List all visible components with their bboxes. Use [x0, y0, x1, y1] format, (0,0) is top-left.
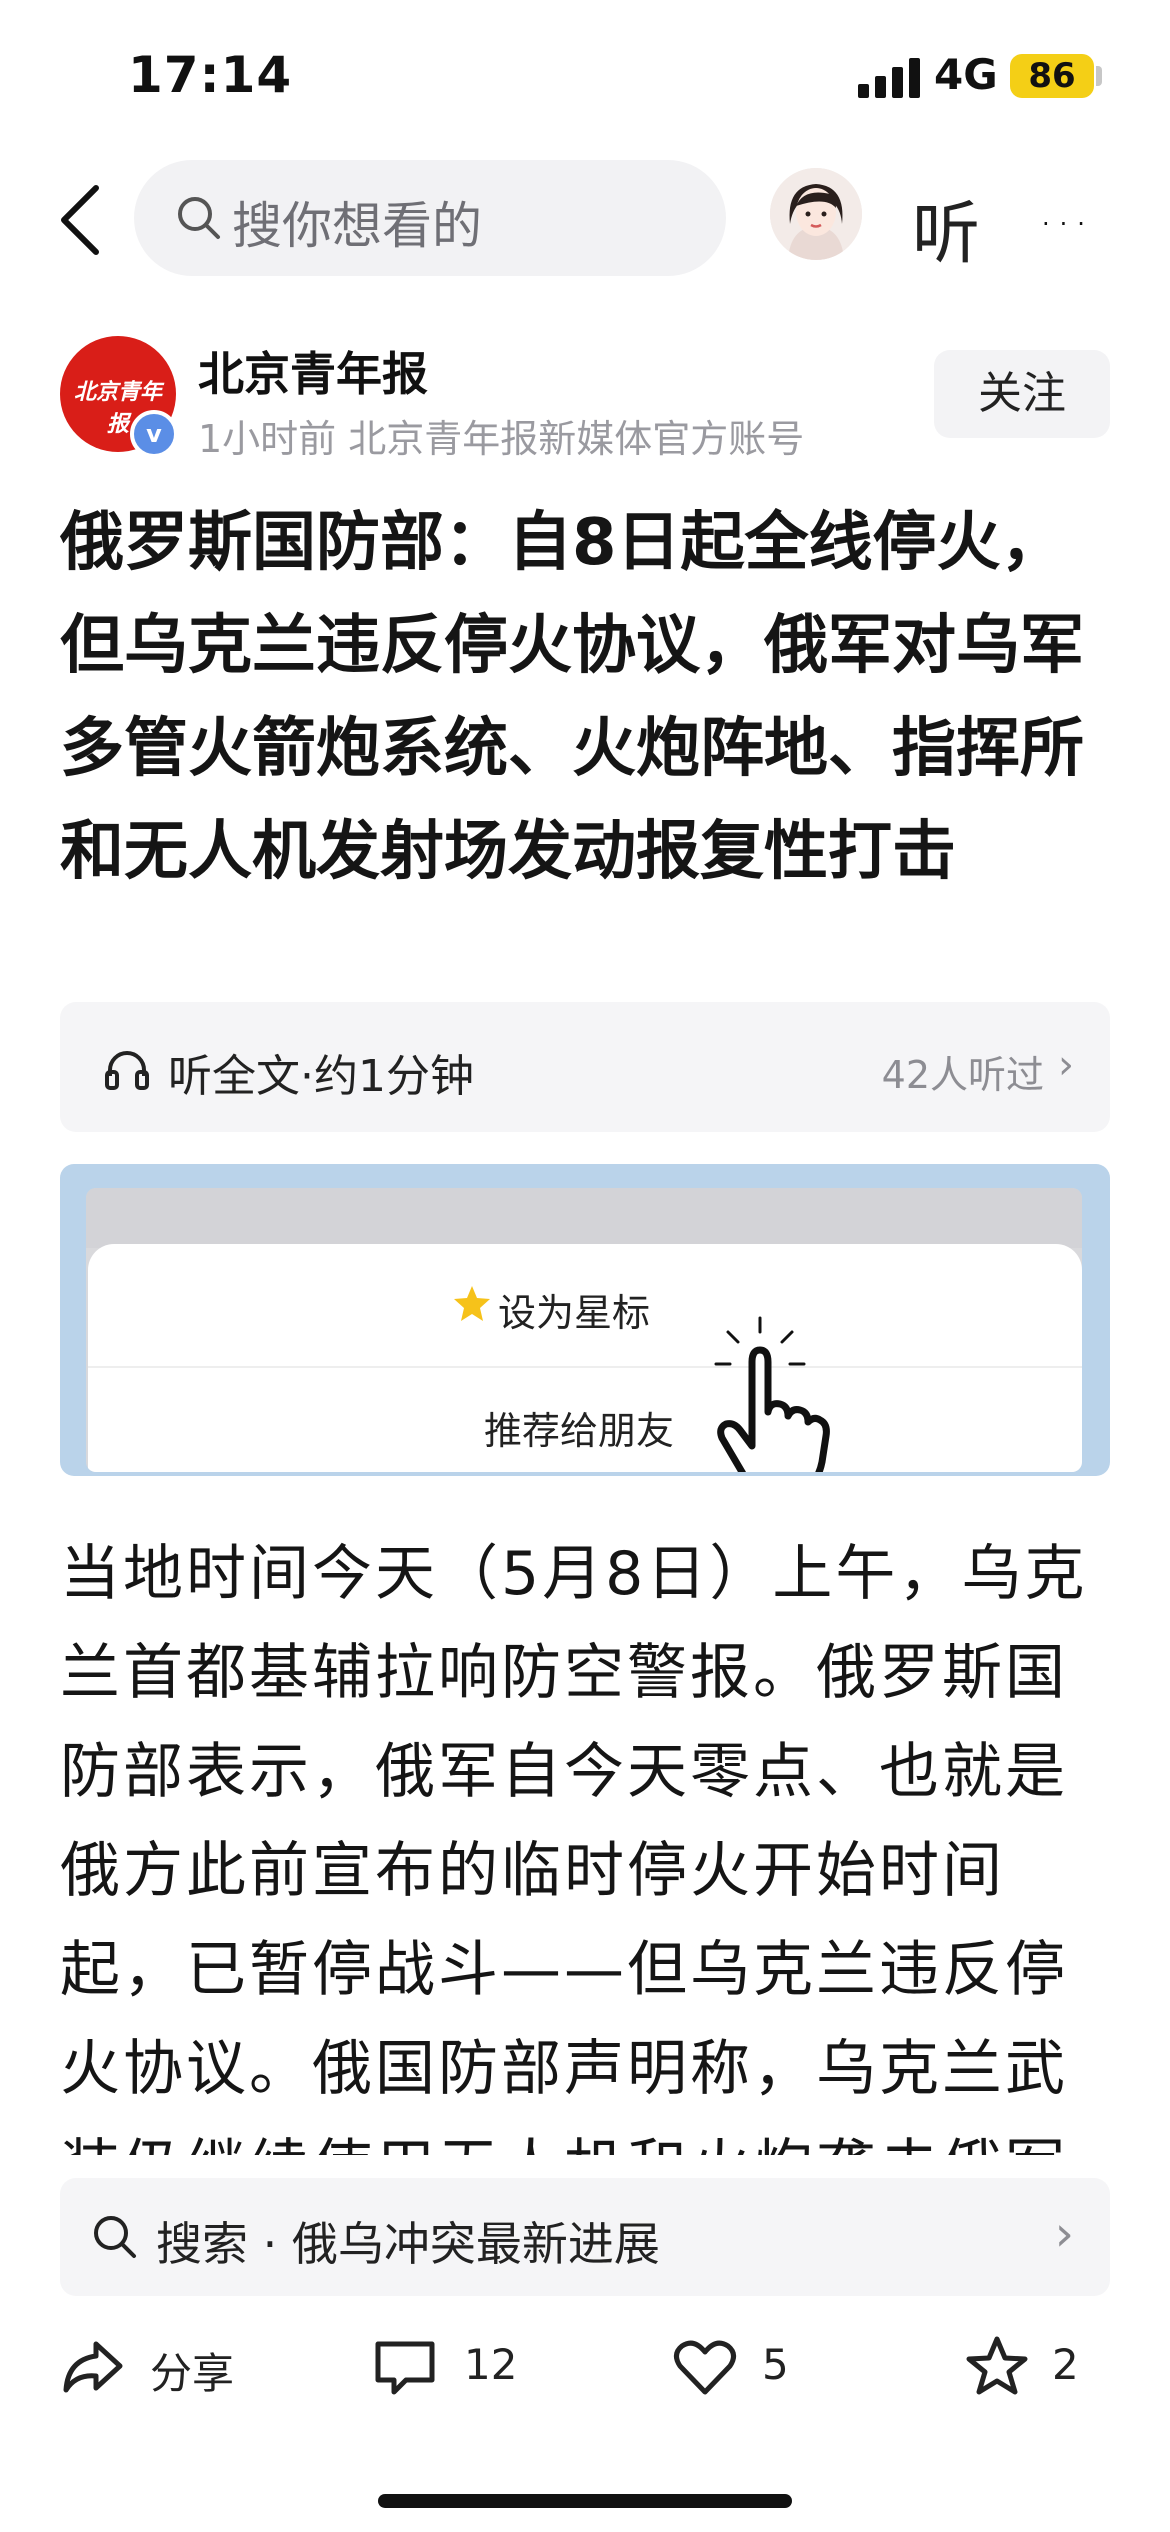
follow-button[interactable]: 关注: [934, 350, 1110, 438]
heart-icon: [674, 2340, 736, 2395]
star-outline-icon: [966, 2336, 1028, 2395]
chevron-right-icon: ›: [1058, 1042, 1074, 1088]
star-icon: [454, 1286, 490, 1321]
like-button[interactable]: 5: [672, 2328, 812, 2408]
signal-icon: [858, 58, 922, 98]
comment-button[interactable]: 12: [372, 2328, 552, 2408]
publisher-name[interactable]: 北京青年报: [198, 338, 428, 404]
chevron-left-icon: [61, 185, 99, 255]
article-headline: 俄罗斯国防部：自8日起全线停火，但乌克兰违反停火协议，俄军对乌军多管火箭炮系统、…: [60, 506, 1084, 889]
avatar[interactable]: [770, 168, 862, 260]
search-bar[interactable]: 搜你想看的: [134, 160, 726, 276]
network-type: 4G: [934, 50, 998, 99]
comment-count: 12: [464, 2340, 518, 2389]
image-screenshot: 设为星标 推荐给朋友: [86, 1188, 1082, 1472]
more-button[interactable]: ···: [1042, 210, 1095, 238]
favorite-button[interactable]: 2: [964, 2328, 1094, 2408]
favorite-count: 2: [1052, 2340, 1079, 2389]
menu-divider: [88, 1366, 1082, 1368]
search-icon: [178, 197, 220, 239]
listen-full-text-bar[interactable]: 听全文·约1分钟 42人听过 ›: [60, 1002, 1110, 1132]
listen-button[interactable]: 听: [912, 178, 980, 277]
pointing-hand-icon: [714, 1316, 830, 1472]
search-icon: [94, 2216, 136, 2258]
share-icon: [63, 2341, 123, 2393]
status-time: 17:14: [128, 46, 293, 104]
comment-icon: [375, 2341, 435, 2395]
like-count: 5: [762, 2340, 789, 2389]
related-search-text: 搜索 · 俄乌冲突最新进展: [156, 2217, 660, 2271]
share-label: 分享: [150, 2349, 235, 2398]
publish-meta: 1小时前 北京青年报新媒体官方账号: [198, 417, 805, 461]
listener-count: 42人听过: [881, 1053, 1044, 1097]
back-button[interactable]: [52, 180, 112, 260]
headphones-icon: [105, 1051, 149, 1090]
listen-label: 听全文·约1分钟: [168, 1051, 474, 1102]
related-search-bar[interactable]: 搜索 · 俄乌冲突最新进展 ›: [60, 2178, 1110, 2296]
assistant-avatar-icon: [770, 168, 862, 260]
recommend-label: 推荐给朋友: [484, 1409, 675, 1453]
battery-icon: 86: [1010, 54, 1094, 98]
image-top-bar: [86, 1188, 1082, 1248]
set-star-label: 设为星标: [498, 1291, 651, 1335]
battery-tip: [1096, 66, 1102, 86]
verified-badge-icon: v: [130, 410, 178, 458]
article-image[interactable]: 设为星标 推荐给朋友: [60, 1164, 1110, 1476]
home-indicator: [378, 2494, 792, 2508]
image-popup-menu: 设为星标 推荐给朋友: [88, 1244, 1082, 1472]
share-button[interactable]: 分享: [60, 2328, 260, 2408]
article-body: 当地时间今天（5月8日）上午，乌克兰首都基辅拉响防空警报。俄罗斯国防部表示，俄军…: [60, 1539, 1088, 2155]
search-placeholder: 搜你想看的: [232, 197, 482, 255]
chevron-right-icon: ›: [1054, 2206, 1074, 2262]
